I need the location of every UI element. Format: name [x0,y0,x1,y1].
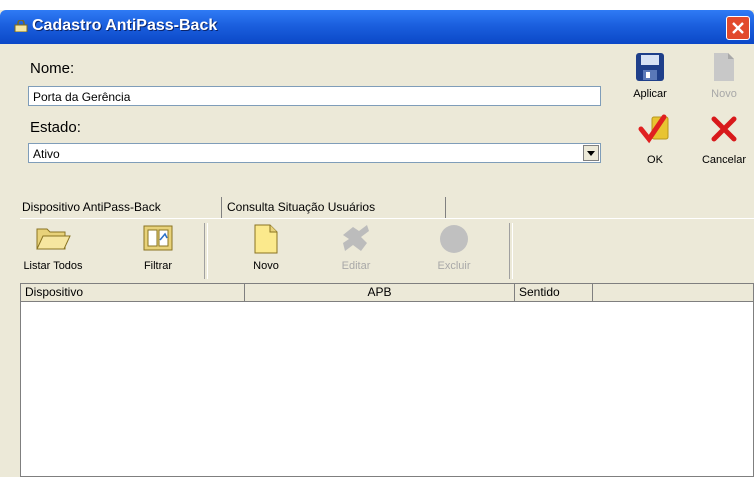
ok-check-icon [638,114,669,144]
toolbar-separator [509,223,513,279]
window-title: Cadastro AntiPass-Back [32,17,218,34]
title-bar[interactable]: Cadastro AntiPass-Back [0,10,754,44]
estado-dropdown-button[interactable] [583,145,599,161]
edit-icon [343,225,369,251]
cancelar-button[interactable]: Cancelar [694,111,754,171]
nome-value: Porta da Gerência [33,90,131,104]
estado-value: Ativo [33,147,60,161]
listar-todos-label: Listar Todos [23,260,83,272]
editar-label: Editar [341,260,371,272]
column-header-label: Sentido [519,285,560,299]
estado-label: Estado: [30,119,81,136]
column-header-label: Dispositivo [25,285,84,299]
app-icon [14,20,28,32]
excluir-label: Excluir [437,260,471,272]
novo-label: Novo [253,260,279,272]
chevron-down-icon [587,151,595,156]
antipass-back-window: Cadastro AntiPass-Back Nome: Porta da Ge… [0,10,754,477]
tab-consulta-situacao-usuarios[interactable]: Consulta Situação Usuários [221,197,446,218]
tab-consulta-label: Consulta Situação Usuários [227,200,376,214]
editar-button[interactable]: Editar [326,223,386,279]
delete-icon [440,225,468,253]
aplicar-button[interactable]: Aplicar [626,50,674,104]
filtrar-label: Filtrar [143,260,173,272]
column-header-filler [593,284,753,302]
listar-todos-button[interactable]: Listar Todos [20,223,86,279]
list-toolbar: Listar Todos Filtrar Novo Editar Excluir [20,218,754,283]
new-document-icon [714,53,734,81]
column-header-label: APB [367,285,392,299]
tab-dispositivo-antipass-back[interactable]: Dispositivo AntiPass-Back [22,197,218,218]
close-button[interactable] [726,16,750,40]
estado-select[interactable]: Ativo [28,143,601,163]
ok-button[interactable]: OK [631,111,679,171]
column-header-dispositivo[interactable]: Dispositivo [21,284,245,302]
excluir-button[interactable]: Excluir [424,223,484,279]
cancelar-label: Cancelar [701,154,747,166]
tab-dispositivo-label: Dispositivo AntiPass-Back [22,200,161,214]
ok-label: OK [647,154,663,166]
nome-input[interactable]: Porta da Gerência [28,86,601,106]
toolbar-separator [204,223,208,279]
novo-top-button[interactable]: Novo [700,50,748,104]
novo-top-label: Novo [711,88,737,100]
nome-label: Nome: [30,60,75,77]
cancel-x-icon [711,116,737,142]
save-icon [636,53,664,81]
close-icon [732,22,744,34]
column-header-apb[interactable]: APB [245,284,515,302]
column-header-sentido[interactable]: Sentido [515,284,593,302]
filtrar-button[interactable]: Filtrar [130,223,186,279]
dispositivo-grid[interactable]: Dispositivo APB Sentido [20,283,754,477]
new-document-icon [254,224,278,254]
aplicar-label: Aplicar [633,88,667,100]
novo-button[interactable]: Novo [238,223,294,279]
open-folder-icon [36,228,71,250]
filter-icon [143,225,173,251]
